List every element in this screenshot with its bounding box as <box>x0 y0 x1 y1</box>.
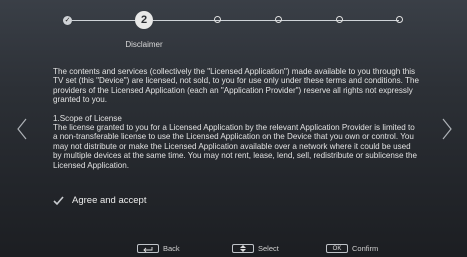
select-label: Select <box>258 244 279 253</box>
footer-hints: Back Select OK Confirm <box>0 241 467 257</box>
agree-checkbox[interactable]: Agree and accept <box>53 193 146 207</box>
setup-stepper: ✓ 2 Disclaimer <box>0 0 467 49</box>
step-1-done: ✓ <box>63 16 72 25</box>
section-text: The license granted to you for a License… <box>53 123 417 170</box>
stepper-line <box>72 20 135 21</box>
step-2-current: 2 <box>135 11 153 29</box>
return-arrow-icon <box>137 244 159 253</box>
step-3-pending <box>214 16 221 23</box>
step-caption: Disclaimer <box>125 40 163 49</box>
license-text: The contents and services (collectively … <box>53 67 421 170</box>
confirm-label: Confirm <box>352 244 379 253</box>
agree-label: Agree and accept <box>72 194 147 206</box>
checkmark-icon <box>53 195 64 205</box>
select-hint[interactable]: Select <box>232 244 279 253</box>
back-label: Back <box>163 244 180 253</box>
chevron-left-icon[interactable] <box>16 118 28 140</box>
confirm-hint[interactable]: OK Confirm <box>326 244 378 253</box>
chevron-right-icon[interactable] <box>441 118 453 140</box>
up-down-arrow-icon <box>232 244 254 253</box>
ok-key: OK <box>326 244 348 253</box>
license-intro: The contents and services (collectively … <box>53 67 419 105</box>
step-5-pending <box>336 16 343 23</box>
back-hint[interactable]: Back <box>137 244 180 253</box>
step-6-pending <box>396 16 403 23</box>
section-title: 1.Scope of License <box>53 113 122 123</box>
step-4-pending <box>275 16 282 23</box>
